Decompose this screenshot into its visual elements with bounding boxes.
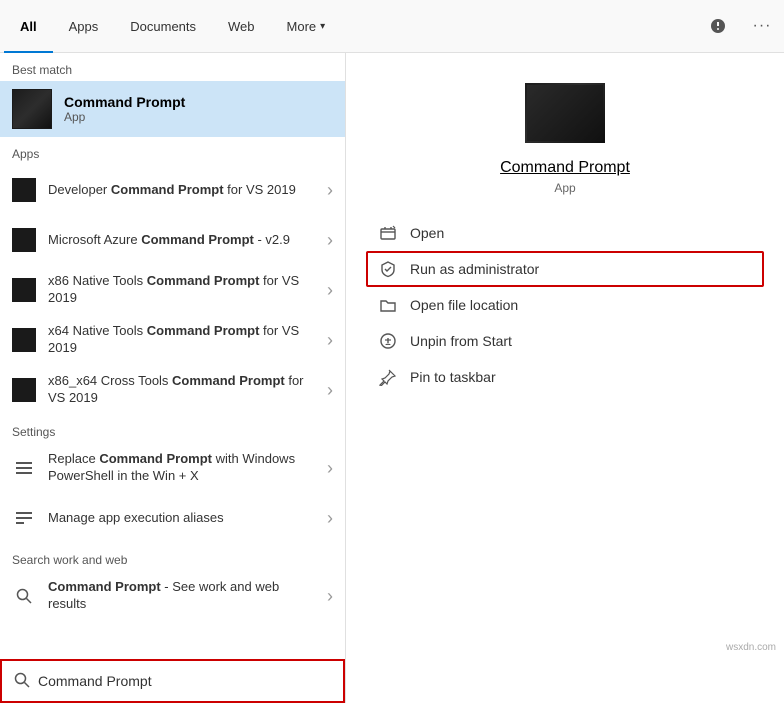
chevron-right-icon bbox=[327, 458, 333, 479]
item-text: Command Prompt - See work and web result… bbox=[48, 579, 315, 613]
item-text: Manage app execution aliases bbox=[48, 510, 315, 527]
item-text: x86_x64 Cross Tools Command Prompt for V… bbox=[48, 373, 315, 407]
chevron-right-icon bbox=[327, 380, 333, 401]
left-panel: Best match Command Prompt App Apps Devel… bbox=[0, 53, 345, 703]
settings-icon bbox=[12, 456, 36, 480]
list-item[interactable]: x64 Native Tools Command Prompt for VS 2… bbox=[0, 315, 345, 365]
item-text: Developer Command Prompt for VS 2019 bbox=[48, 182, 315, 199]
list-item[interactable]: Microsoft Azure Command Prompt - v2.9 bbox=[0, 215, 345, 265]
terminal-icon bbox=[13, 90, 51, 128]
best-match-text: Command Prompt App bbox=[64, 94, 185, 124]
search-icon bbox=[14, 672, 30, 691]
app-preview-subtitle: App bbox=[554, 181, 575, 195]
settings-section-header: Settings bbox=[0, 415, 345, 443]
best-match-header: Best match bbox=[0, 53, 345, 81]
watermark: wsxdn.com bbox=[726, 642, 776, 653]
list-item[interactable]: x86_x64 Cross Tools Command Prompt for V… bbox=[0, 365, 345, 415]
best-match-subtitle: App bbox=[64, 110, 185, 124]
folder-icon bbox=[378, 295, 398, 315]
tab-apps[interactable]: Apps bbox=[53, 0, 115, 53]
pin-taskbar-label: Pin to taskbar bbox=[410, 369, 496, 385]
app-icon bbox=[12, 178, 36, 202]
right-panel: Command Prompt App Open bbox=[345, 53, 784, 703]
nav-right-icons: ··· bbox=[700, 8, 780, 44]
open-action[interactable]: Open bbox=[366, 215, 764, 251]
chevron-right-icon bbox=[327, 180, 333, 201]
search-panel: All Apps Documents Web More ▾ ··· bbox=[0, 0, 784, 703]
search-web-header: Search work and web bbox=[0, 543, 345, 571]
tab-all[interactable]: All bbox=[4, 0, 53, 53]
chevron-right-icon bbox=[327, 586, 333, 607]
cmd-icon-box bbox=[12, 89, 52, 129]
chevron-right-icon bbox=[327, 330, 333, 351]
chevron-right-icon bbox=[327, 280, 333, 301]
run-as-admin-label: Run as administrator bbox=[410, 261, 539, 277]
list-item[interactable]: Developer Command Prompt for VS 2019 bbox=[0, 165, 345, 215]
action-list: Open Run as administrator bbox=[346, 215, 784, 395]
apps-section-header: Apps bbox=[0, 137, 345, 165]
app-preview-icon bbox=[525, 83, 605, 143]
pin-icon bbox=[378, 367, 398, 387]
chevron-down-icon: ▾ bbox=[320, 21, 325, 32]
best-match-item[interactable]: Command Prompt App bbox=[0, 81, 345, 137]
search-web-icon bbox=[12, 584, 36, 608]
item-text: x86 Native Tools Command Prompt for VS 2… bbox=[48, 273, 315, 307]
app-icon bbox=[12, 328, 36, 352]
tab-web[interactable]: Web bbox=[212, 0, 271, 53]
item-text: x64 Native Tools Command Prompt for VS 2… bbox=[48, 323, 315, 357]
tab-more[interactable]: More ▾ bbox=[271, 0, 342, 53]
pin-taskbar-action[interactable]: Pin to taskbar bbox=[366, 359, 764, 395]
unpin-icon bbox=[378, 331, 398, 351]
best-match-title: Command Prompt bbox=[64, 94, 185, 110]
app-icon bbox=[12, 228, 36, 252]
shield-icon bbox=[378, 259, 398, 279]
list-item[interactable]: x86 Native Tools Command Prompt for VS 2… bbox=[0, 265, 345, 315]
item-text: Replace Command Prompt with Windows Powe… bbox=[48, 451, 315, 485]
list-item[interactable]: Replace Command Prompt with Windows Powe… bbox=[0, 443, 345, 493]
open-label: Open bbox=[410, 225, 444, 241]
nav-tabs: All Apps Documents Web More ▾ ··· bbox=[0, 0, 784, 53]
search-bar bbox=[0, 659, 345, 703]
tab-documents[interactable]: Documents bbox=[114, 0, 212, 53]
open-file-location-action[interactable]: Open file location bbox=[366, 287, 764, 323]
unpin-start-label: Unpin from Start bbox=[410, 333, 512, 349]
open-icon bbox=[378, 223, 398, 243]
settings-icon bbox=[12, 506, 36, 530]
app-preview-title: Command Prompt bbox=[500, 159, 630, 177]
list-item[interactable]: Command Prompt - See work and web result… bbox=[0, 571, 345, 621]
search-input[interactable] bbox=[38, 673, 331, 689]
run-as-admin-action[interactable]: Run as administrator bbox=[366, 251, 764, 287]
feedback-icon[interactable] bbox=[700, 8, 736, 44]
more-options-icon[interactable]: ··· bbox=[744, 8, 780, 44]
chevron-right-icon bbox=[327, 230, 333, 251]
list-item[interactable]: Manage app execution aliases bbox=[0, 493, 345, 543]
app-icon bbox=[12, 278, 36, 302]
item-text: Microsoft Azure Command Prompt - v2.9 bbox=[48, 232, 315, 249]
chevron-right-icon bbox=[327, 508, 333, 529]
content-area: Best match Command Prompt App Apps Devel… bbox=[0, 53, 784, 703]
app-icon bbox=[12, 378, 36, 402]
open-file-location-label: Open file location bbox=[410, 297, 518, 313]
unpin-start-action[interactable]: Unpin from Start bbox=[366, 323, 764, 359]
